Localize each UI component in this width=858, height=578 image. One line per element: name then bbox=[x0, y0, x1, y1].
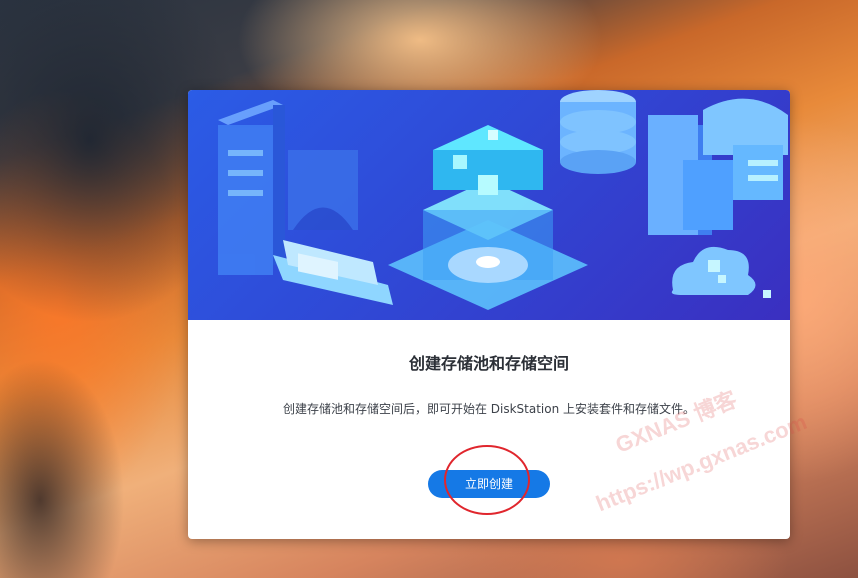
database-icon bbox=[560, 90, 636, 174]
create-storage-dialog: 创建存储池和存储空间 创建存储池和存储空间后，即可开始在 DiskStation… bbox=[188, 90, 790, 539]
server-platform-icon bbox=[388, 125, 588, 310]
building-right-icon bbox=[648, 98, 788, 235]
create-now-button[interactable]: 立即创建 bbox=[428, 470, 550, 498]
storage-illustration-icon bbox=[218, 90, 788, 310]
hero-illustration bbox=[188, 90, 790, 320]
cloud-icon bbox=[671, 246, 771, 298]
dialog-description: 创建存储池和存储空间后，即可开始在 DiskStation 上安装套件和存储文件… bbox=[282, 402, 696, 416]
dialog-title: 创建存储池和存储空间 bbox=[408, 354, 569, 373]
ship-icon bbox=[273, 240, 393, 305]
